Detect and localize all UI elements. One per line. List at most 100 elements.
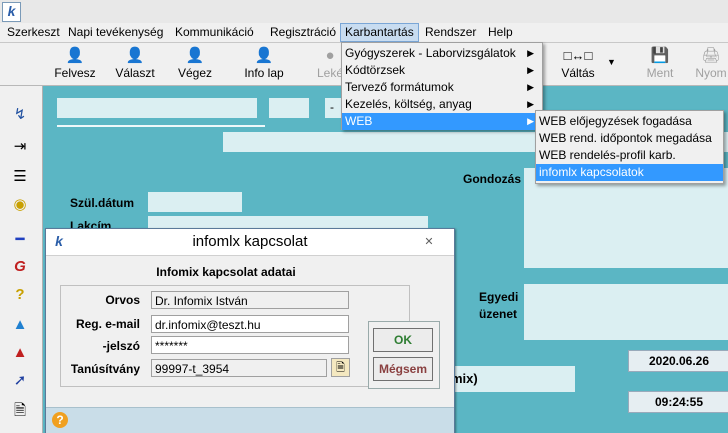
menu-item-tervezo-label: Tervező formátumok <box>345 80 454 94</box>
orvos-label: Orvos <box>105 293 140 307</box>
dialog-titlebar[interactable]: infomlx kapcsolat k ✕ <box>46 229 454 256</box>
ment-label: Ment <box>646 66 674 80</box>
valtas-button[interactable]: □↔□ Váltás <box>555 45 601 83</box>
menu-help[interactable]: Help <box>484 23 517 42</box>
gondozas-label: Gondozás <box>463 172 522 186</box>
select-person-icon: 👤 <box>125 47 145 64</box>
tanusitvany-label: Tanúsítvány <box>70 362 140 376</box>
syringe-icon[interactable]: ➚ <box>9 370 31 392</box>
list-icon[interactable]: ☰ <box>9 166 31 188</box>
certificate-browse-icon[interactable]: 🗎 <box>331 358 350 377</box>
left-toolbar: ↯ ⇥ ☰ ◉ ━ G ? ▲ ▲ ➚ 🗎 <box>0 86 43 433</box>
jelszo-label: -jelszó <box>102 339 140 353</box>
egyedi-label: Egyedi <box>479 290 519 304</box>
title-strip <box>0 0 728 23</box>
switch-windows-icon: □↔□ <box>563 48 593 63</box>
menu-szerkeszt[interactable]: Szerkeszt <box>3 23 64 42</box>
web-submenu: WEB előjegyzések fogadása WEB rend. időp… <box>535 110 724 184</box>
menu-item-tervezo[interactable]: Tervező formátumok ▶ <box>342 79 542 96</box>
patient-field-2[interactable] <box>269 98 309 118</box>
menu-item-web-elojegyzesek[interactable]: WEB előjegyzések fogadása <box>536 113 723 130</box>
g-icon[interactable]: G <box>9 256 31 278</box>
ok-button[interactable]: OK <box>373 328 433 352</box>
group-header: Infomix kapcsolat adatai <box>156 265 296 279</box>
menu-item-gyogyszerek-label: Gyógyszerek - Laborvizsgálatok <box>345 46 516 60</box>
menu-item-kezeles-label: Kezelés, költség, anyag <box>345 97 472 111</box>
time-display: 09:24:55 <box>628 391 728 413</box>
document-icon[interactable]: 🗎 <box>9 400 31 422</box>
vegez-button[interactable]: 👤 Végez <box>172 45 218 83</box>
info-lap-label: Info lap <box>244 66 284 80</box>
close-icon[interactable]: ✕ <box>418 235 440 249</box>
date-display: 2020.06.26 <box>628 350 728 372</box>
valaszt-label: Választ <box>115 66 155 80</box>
save-icon: 💾 <box>650 47 670 64</box>
stethoscope-icon[interactable]: ↯ <box>9 104 31 126</box>
patient-field-3: - <box>325 98 341 118</box>
orvos-field[interactable]: Dr. Infomix István <box>151 291 349 309</box>
flask-icon[interactable]: ▲ <box>9 314 31 336</box>
print-icon: 🖨 <box>701 47 721 64</box>
submenu-arrow-icon: ▶ <box>527 65 534 75</box>
submenu-arrow-icon: ▶ <box>527 99 534 109</box>
menu-item-web-label: WEB <box>345 114 373 128</box>
add-person-icon: 👤 <box>65 47 85 64</box>
felvesz-button[interactable]: 👤 Felvesz <box>50 45 100 83</box>
menu-regisztracio[interactable]: Regisztráció <box>266 23 340 42</box>
menu-item-web[interactable]: WEB ▶ <box>342 113 542 130</box>
egyedi-uzenet-field[interactable] <box>524 284 728 340</box>
dash-text: - <box>330 100 334 114</box>
dialog-logo: k <box>55 233 63 249</box>
menu-item-gyogyszerek[interactable]: Gyógyszerek - Laborvizsgálatok ▶ <box>342 45 542 62</box>
menu-kommunikacio[interactable]: Kommunikáció <box>171 23 258 42</box>
cancel-button[interactable]: Mégsem <box>373 357 433 381</box>
menu-rendszer[interactable]: Rendszer <box>421 23 480 42</box>
vegez-label: Végez <box>177 66 213 80</box>
infomlx-dialog: infomlx kapcsolat k ✕ Infomix kapcsolat … <box>45 228 455 433</box>
query-icon: ● <box>325 47 335 64</box>
submenu-arrow-icon: ▶ <box>527 48 534 58</box>
menu-napi-tevekenyseg[interactable]: Napi tevékenység <box>64 23 167 42</box>
nyomtat-button[interactable]: 🖨 Nyom <box>694 45 728 83</box>
submenu-arrow-icon: ▶ <box>527 116 534 126</box>
menu-item-kodtorzsek-label: Kódtörzsek <box>345 63 406 77</box>
database-icon[interactable]: ◉ <box>9 194 31 216</box>
valtas-dropdown-icon[interactable]: ▼ <box>607 57 616 67</box>
test-tube-icon[interactable]: ▲ <box>9 342 31 364</box>
help-icon[interactable]: ? <box>52 412 68 428</box>
szul-datum-field[interactable] <box>148 192 242 212</box>
ment-button[interactable]: 💾 Ment <box>640 45 680 83</box>
lekerdezes-label: Leké <box>316 66 344 80</box>
tanusitvany-field[interactable]: 99997-t_3954 <box>151 359 327 377</box>
info-lap-button[interactable]: 👤 Info lap <box>240 45 288 83</box>
submenu-arrow-icon: ▶ <box>527 82 534 92</box>
uzenet-label: üzenet <box>479 307 518 321</box>
enter-icon[interactable]: ⇥ <box>9 136 31 158</box>
nyomtat-label: Nyom <box>695 66 727 80</box>
lekerdezes-button[interactable]: ● Leké <box>316 45 344 83</box>
patient-name-field[interactable] <box>57 98 257 118</box>
info-icon: 👤 <box>254 47 274 64</box>
dialog-title: infomlx kapcsolat <box>192 233 308 250</box>
menu-item-kodtorzsek[interactable]: Kódtörzsek ▶ <box>342 62 542 79</box>
menubar: Szerkeszt Napi tevékenység Kommunikáció … <box>0 23 728 43</box>
button-panel: OK Mégsem <box>368 321 440 389</box>
password-field[interactable]: ******* <box>151 336 349 354</box>
menu-item-web-idopontok[interactable]: WEB rend. időpontok megadása <box>536 130 723 147</box>
karbantartas-menu: Gyógyszerek - Laborvizsgálatok ▶ Kódtörz… <box>341 42 543 130</box>
question-icon[interactable]: ? <box>9 284 31 306</box>
bed-icon[interactable]: ━ <box>9 229 31 251</box>
menu-karbantartas[interactable]: Karbantartás <box>340 23 419 42</box>
menu-item-infomlx-kapcsolatok[interactable]: infomlx kapcsolatok <box>536 164 723 181</box>
valaszt-button[interactable]: 👤 Választ <box>110 45 160 83</box>
valtas-label: Váltás <box>561 66 595 80</box>
menu-item-web-rendeles-profil[interactable]: WEB rendelés-profil karb. <box>536 147 723 164</box>
email-field[interactable]: dr.infomix@teszt.hu <box>151 315 349 333</box>
menu-item-kezeles[interactable]: Kezelés, költség, anyag ▶ <box>342 96 542 113</box>
partial-text: mix) <box>451 371 478 386</box>
dialog-status-bar: ? <box>46 407 454 433</box>
email-label: Reg. e-mail <box>75 317 140 331</box>
partial-text-box: mix) <box>443 366 575 392</box>
finish-person-icon: 👤 <box>185 47 205 64</box>
app-logo: k <box>2 2 21 22</box>
